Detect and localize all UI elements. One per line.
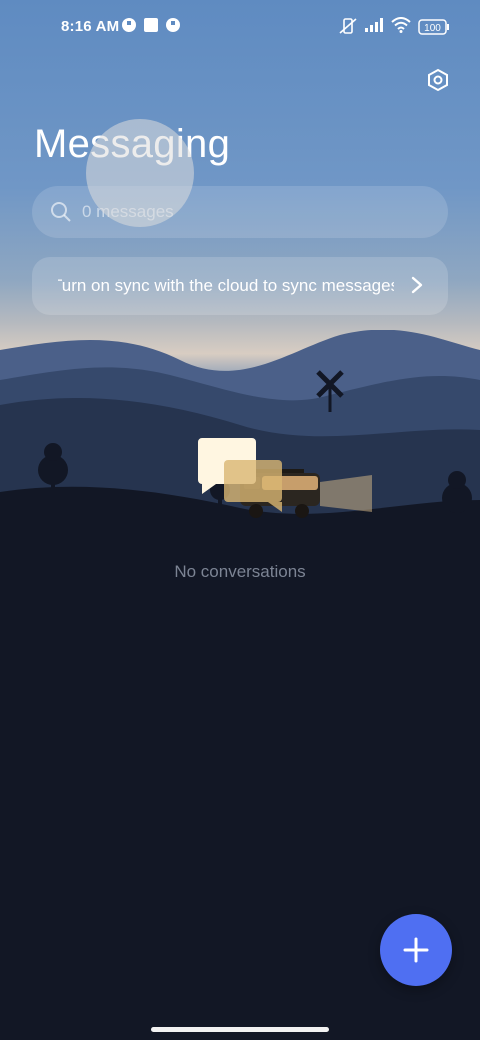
landscape-illustration: [0, 330, 480, 630]
battery-icon: 100: [418, 19, 450, 39]
touch-indicator: [86, 119, 194, 227]
signal-icon: [364, 17, 386, 37]
settings-hexagon-icon: [428, 68, 448, 92]
app-notification-icon: [121, 17, 137, 37]
vibrate-mute-icon: [338, 17, 358, 39]
empty-state-text: No conversations: [174, 562, 306, 581]
chevron-right-icon: [408, 275, 426, 300]
status-time: 8:16 AM: [61, 18, 120, 35]
home-indicator[interactable]: [151, 1027, 329, 1032]
search-icon: [50, 201, 72, 228]
wifi-icon: [391, 17, 411, 37]
square-notification-icon: [143, 17, 159, 37]
status-bar: 8:16 AM 100: [0, 0, 480, 56]
app-notification-icon: [165, 17, 181, 37]
new-message-button[interactable]: [380, 914, 452, 986]
settings-button[interactable]: [420, 62, 456, 98]
sync-banner-text: Turn on sync with the cloud to sync mess…: [58, 276, 394, 295]
sync-banner[interactable]: Turn on sync with the cloud to sync mess…: [32, 257, 448, 315]
plus-icon: [403, 937, 429, 963]
svg-text:100: 100: [424, 23, 441, 34]
